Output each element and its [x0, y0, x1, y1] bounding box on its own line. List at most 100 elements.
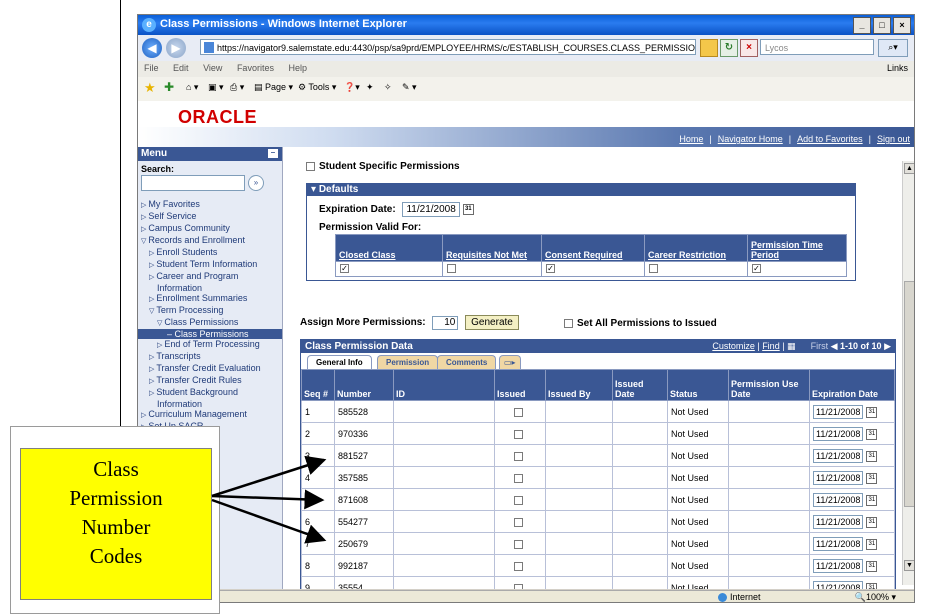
sidebar-item[interactable]: ▽ Class Permissions	[138, 317, 282, 329]
calendar-icon[interactable]: 31	[866, 538, 878, 550]
research-icon[interactable]: ✦	[366, 82, 374, 93]
issued-checkbox[interactable]	[513, 583, 523, 589]
sidebar-item[interactable]: ▷ End of Term Processing	[138, 339, 282, 351]
scroll-down-icon[interactable]: ▼	[904, 560, 914, 571]
perm-checkbox[interactable]: ✓	[752, 264, 761, 274]
stop-icon[interactable]: ×	[740, 39, 758, 57]
col-status[interactable]: Status	[667, 369, 729, 401]
sidebar-item[interactable]: ▷ Enroll Students	[138, 247, 282, 259]
set-all-checkbox[interactable]	[564, 318, 573, 328]
navigator-home-link[interactable]: Navigator Home	[718, 134, 783, 144]
issued-checkbox[interactable]	[513, 495, 523, 505]
find-link[interactable]: Find	[762, 341, 780, 351]
address-input[interactable]: https://navigator9.salemstate.edu:4430/p…	[200, 39, 696, 55]
sidebar-item[interactable]: ▷ Curriculum Management	[138, 409, 282, 421]
lock-icon[interactable]	[700, 39, 718, 57]
customize-link[interactable]: Customize	[712, 341, 755, 351]
student-specific-checkbox-row[interactable]: Student Specific Permissions	[306, 161, 460, 172]
sidebar-item[interactable]: – Class Permissions	[138, 329, 282, 339]
expiration-date-input[interactable]: 11/21/2008	[813, 536, 864, 551]
issued-checkbox[interactable]	[513, 407, 523, 417]
col-seq[interactable]: Seq #	[301, 369, 335, 401]
tools-menu-button[interactable]: ⚙ Tools ▾	[298, 82, 336, 93]
calendar-icon[interactable]: 31	[462, 203, 474, 215]
search-icon[interactable]: ⌕▾	[878, 39, 908, 57]
calendar-icon[interactable]: 31	[866, 494, 878, 506]
col-id[interactable]: ID	[393, 369, 495, 401]
menu-favorites[interactable]: Favorites	[237, 63, 274, 73]
tab-permission[interactable]: Permission	[377, 355, 439, 369]
tab-general-info[interactable]: General Info	[307, 355, 372, 369]
forward-icon[interactable]: ▶	[166, 38, 186, 58]
home-link[interactable]: Home	[679, 134, 703, 144]
menu-file[interactable]: File	[144, 63, 159, 73]
favorites-star-icon[interactable]: ★	[144, 80, 156, 96]
student-specific-checkbox[interactable]	[306, 161, 315, 171]
sidebar-item[interactable]: ▷ Transfer Credit Evaluation	[138, 363, 282, 375]
calendar-icon[interactable]: 31	[866, 582, 878, 589]
col-permission-use-date[interactable]: Permission Use Date	[728, 369, 810, 401]
grid-view-icon[interactable]: ▦	[787, 341, 796, 351]
sign-out-link[interactable]: Sign out	[877, 134, 910, 144]
sidebar-item[interactable]: Information	[138, 283, 282, 293]
collapse-icon[interactable]: –	[268, 149, 278, 158]
generate-button[interactable]: Generate	[465, 315, 519, 330]
sidebar-item[interactable]: ▷ Self Service	[138, 211, 282, 223]
sidebar-item[interactable]: ▷ Enrollment Summaries	[138, 293, 282, 305]
perm-checkbox[interactable]	[649, 264, 658, 274]
col-issued[interactable]: Issued	[494, 369, 546, 401]
sidebar-item[interactable]: ▽ Records and Enrollment	[138, 235, 282, 247]
expiration-date-input[interactable]: 11/21/2008	[813, 558, 864, 573]
close-icon[interactable]: ×	[893, 17, 911, 34]
expiration-date-input[interactable]: 11/21/2008	[813, 580, 864, 589]
calendar-icon[interactable]: 31	[866, 428, 878, 440]
sidebar-item[interactable]: Information	[138, 399, 282, 409]
refresh-icon[interactable]: ↻	[720, 39, 738, 57]
sidebar-item[interactable]: ▷ My Favorites	[138, 199, 282, 211]
expiration-date-input[interactable]: 11/21/2008	[813, 492, 864, 507]
minimize-icon[interactable]: _	[853, 17, 871, 34]
perm-checkbox[interactable]: ✓	[546, 264, 555, 274]
perm-checkbox[interactable]	[447, 264, 456, 274]
assign-count-input[interactable]: 10	[432, 316, 459, 330]
search-input[interactable]: Lycos	[760, 39, 874, 55]
issued-checkbox[interactable]	[513, 451, 523, 461]
issued-checkbox[interactable]	[513, 429, 523, 439]
col-issued-date[interactable]: Issued Date	[612, 369, 668, 401]
maximize-icon[interactable]: □	[873, 17, 891, 34]
issued-checkbox[interactable]	[513, 539, 523, 549]
scroll-thumb[interactable]	[904, 281, 914, 507]
add-favorites-icon[interactable]: ✚	[164, 80, 174, 94]
set-all-row[interactable]: Set All Permissions to Issued	[564, 318, 717, 329]
print-icon[interactable]: ⎙ ▾	[230, 82, 244, 93]
back-icon[interactable]: ◀	[142, 38, 162, 58]
calendar-icon[interactable]: 31	[866, 560, 878, 572]
expiration-date-input[interactable]: 11/21/2008	[813, 404, 864, 419]
zoom-level[interactable]: 🔍100% ▾	[855, 592, 896, 602]
home-icon[interactable]: ⌂ ▾	[186, 82, 198, 93]
menu-help[interactable]: Help	[288, 63, 307, 73]
issued-checkbox[interactable]	[513, 561, 523, 571]
tab-comments[interactable]: Comments	[437, 355, 497, 369]
help-icon[interactable]: ❓▾	[344, 82, 360, 93]
next-icon[interactable]: ▶	[884, 341, 891, 351]
expiration-date-input[interactable]: 11/21/2008	[813, 514, 864, 529]
perm-header-requisites[interactable]: Requisites Not Met	[442, 234, 542, 262]
links-label[interactable]: Links	[887, 63, 908, 73]
menu-view[interactable]: View	[203, 63, 222, 73]
page-menu-button[interactable]: ▤ Page ▾	[254, 82, 293, 93]
perm-header-career[interactable]: Career Restriction	[644, 234, 748, 262]
calendar-icon[interactable]: 31	[866, 406, 878, 418]
expiration-date-input[interactable]: 11/21/2008	[813, 448, 864, 463]
perm-header-time-period[interactable]: Permission Time Period	[747, 234, 847, 262]
col-issued-by[interactable]: Issued By	[545, 369, 613, 401]
sidebar-item[interactable]: ▷ Student Term Information	[138, 259, 282, 271]
edit-pencil-icon[interactable]: ✎ ▾	[402, 82, 417, 93]
prev-icon[interactable]: ◀	[831, 341, 838, 351]
expiration-date-input[interactable]: 11/21/2008	[402, 202, 460, 217]
scroll-up-icon[interactable]: ▲	[904, 163, 914, 174]
sidebar-item[interactable]: ▷ Campus Community	[138, 223, 282, 235]
sidebar-item[interactable]: ▷ Career and Program	[138, 271, 282, 283]
menu-edit[interactable]: Edit	[173, 63, 189, 73]
perm-header-consent[interactable]: Consent Required	[541, 234, 645, 262]
